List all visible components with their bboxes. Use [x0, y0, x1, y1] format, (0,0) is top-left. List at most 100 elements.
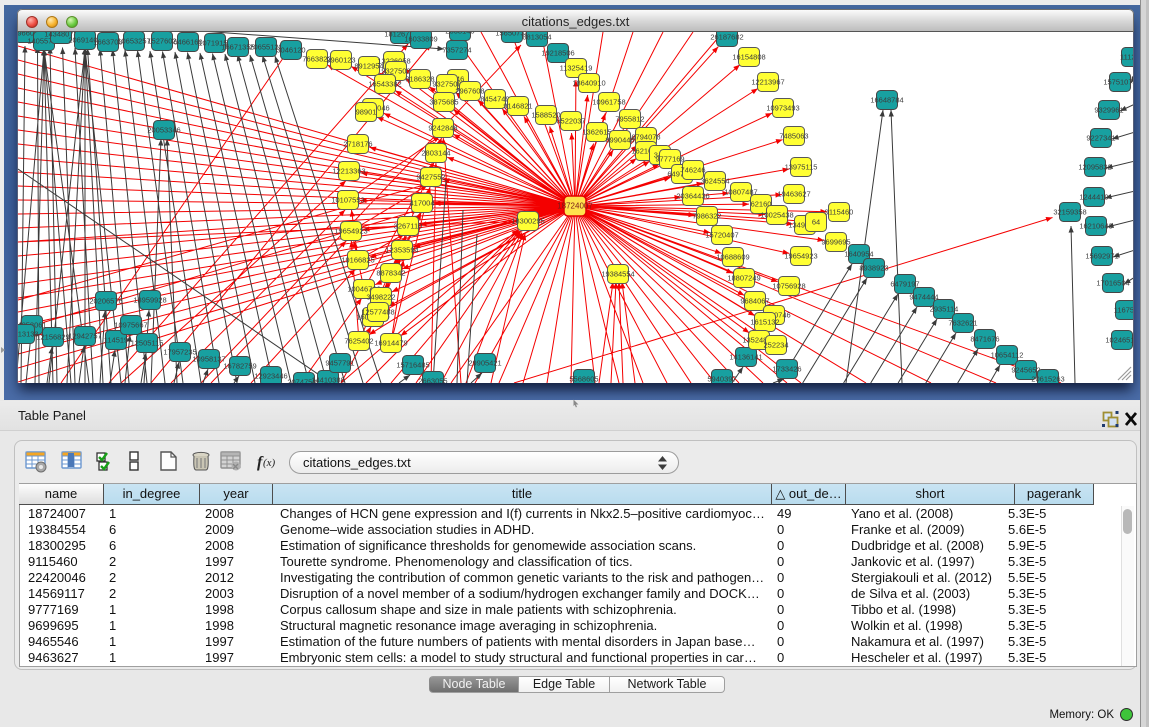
svg-text:7357274: 7357274: [442, 46, 471, 55]
svg-text:10756928: 10756928: [772, 282, 805, 291]
svg-text:12095832: 12095832: [1078, 163, 1111, 172]
svg-text:9427552: 9427552: [416, 173, 445, 182]
svg-text:2358145: 2358145: [445, 32, 474, 36]
svg-text:18807249: 18807249: [727, 274, 760, 283]
svg-text:9699695: 9699695: [821, 238, 850, 247]
svg-text:16210643: 16210643: [1079, 222, 1112, 231]
svg-text:1733426: 1733426: [772, 365, 801, 374]
svg-text:6794078: 6794078: [631, 133, 660, 142]
svg-text:11325419: 11325419: [560, 64, 593, 73]
svg-text:8186328: 8186328: [405, 75, 434, 84]
svg-text:7485063: 7485063: [779, 132, 808, 141]
svg-text:9242848: 9242848: [428, 124, 457, 133]
svg-text:746246: 746246: [680, 166, 705, 175]
svg-text:19384554: 19384554: [601, 270, 634, 279]
svg-text:8878342: 8878342: [376, 269, 405, 278]
svg-text:116753: 116753: [1114, 306, 1134, 315]
svg-text:18300295: 18300295: [511, 217, 544, 226]
svg-text:1640954: 1640954: [844, 250, 873, 259]
svg-text:14136141: 14136141: [729, 353, 762, 362]
svg-text:3875685: 3875685: [429, 98, 458, 107]
svg-text:9227341: 9227341: [1086, 134, 1115, 143]
svg-text:9329961: 9329961: [1094, 106, 1123, 115]
svg-text:16648784: 16648784: [870, 96, 903, 105]
svg-text:29905421: 29905421: [468, 359, 501, 368]
svg-text:2663055: 2663055: [418, 377, 447, 384]
svg-text:12156829: 12156829: [36, 333, 69, 342]
svg-text:3046120: 3046120: [276, 46, 305, 55]
svg-text:9684067: 9684067: [740, 297, 769, 306]
svg-text:2935114: 2935114: [930, 305, 959, 314]
svg-text:417004: 417004: [409, 199, 434, 208]
svg-text:16543382: 16543382: [368, 80, 401, 89]
svg-text:19654923: 19654923: [784, 252, 817, 261]
svg-text:12353594: 12353594: [385, 246, 418, 255]
svg-text:12505115: 12505115: [131, 339, 164, 348]
svg-text:3624554: 3624554: [700, 177, 729, 186]
svg-text:32159358: 32159358: [1053, 208, 1086, 217]
svg-text:20053346: 20053346: [147, 126, 180, 135]
svg-text:8990448: 8990448: [605, 136, 634, 145]
svg-text:19463627: 19463627: [777, 190, 810, 199]
svg-text:19654923: 19654923: [334, 227, 367, 236]
svg-text:16914479: 16914479: [374, 339, 407, 348]
svg-text:9960123: 9960123: [326, 56, 355, 65]
svg-text:20206576: 20206576: [89, 297, 122, 306]
svg-text:10688609: 10688609: [716, 253, 749, 262]
svg-text:7955812: 7955812: [615, 115, 644, 124]
svg-text:12213363: 12213363: [332, 167, 365, 176]
svg-text:20615263: 20615263: [1031, 375, 1064, 384]
svg-text:13959928: 13959928: [133, 296, 166, 305]
svg-text:12577488: 12577488: [361, 308, 394, 317]
svg-text:98901: 98901: [356, 108, 377, 117]
svg-text:252234: 252234: [763, 341, 788, 350]
svg-text:17016504: 17016504: [1096, 279, 1129, 288]
svg-text:7625402: 7625402: [344, 337, 373, 346]
svg-text:1527602: 1527602: [147, 37, 176, 46]
svg-text:2803144: 2803144: [421, 149, 450, 158]
svg-text:9777169: 9777169: [655, 155, 684, 164]
svg-text:12923446: 12923446: [254, 372, 287, 381]
svg-text:15720407: 15720407: [705, 231, 738, 240]
svg-text:16782759: 16782759: [223, 362, 256, 371]
svg-text:3267110: 3267110: [394, 222, 423, 231]
svg-text:16154808: 16154808: [732, 53, 765, 62]
svg-text:1244419: 1244419: [1079, 193, 1108, 202]
svg-text:7986322: 7986322: [692, 212, 721, 221]
svg-text:26187682: 26187682: [710, 33, 743, 42]
svg-text:10246514: 10246514: [1105, 336, 1134, 345]
svg-text:9457791: 9457791: [325, 359, 354, 368]
svg-text:6479197: 6479197: [890, 280, 919, 289]
svg-text:5568605: 5568605: [569, 375, 598, 384]
svg-text:10961758: 10961758: [592, 98, 625, 107]
svg-text:10653257: 10653257: [117, 37, 150, 46]
svg-text:10975667: 10975667: [114, 321, 147, 330]
svg-text:14410388: 14410388: [311, 376, 344, 384]
svg-text:9474444: 9474444: [909, 293, 938, 302]
svg-text:12213967: 12213967: [751, 78, 784, 87]
svg-text:9245652: 9245652: [1011, 366, 1040, 375]
svg-text:2718176: 2718176: [343, 140, 372, 149]
svg-text:1615132: 1615132: [750, 318, 779, 327]
svg-text:19218506: 19218506: [541, 49, 574, 58]
svg-text:114519: 114519: [104, 336, 128, 345]
svg-text:(x): (x): [263, 457, 276, 469]
svg-text:13975115: 13975115: [785, 163, 818, 172]
svg-text:9146821: 9146821: [503, 102, 532, 111]
svg-text:9115460: 9115460: [825, 208, 854, 217]
svg-text:64: 64: [812, 218, 820, 227]
svg-text:16033809: 16033809: [404, 35, 437, 44]
svg-text:5940397: 5940397: [707, 375, 736, 384]
svg-text:10025438: 10025438: [760, 211, 793, 220]
svg-text:7632621: 7632621: [948, 319, 977, 328]
svg-text:18724007: 18724007: [557, 202, 593, 211]
svg-text:18640910: 18640910: [572, 79, 605, 88]
svg-text:6522037: 6522037: [556, 117, 585, 126]
svg-text:10973493: 10973493: [766, 104, 799, 113]
svg-text:111298: 111298: [1120, 53, 1134, 62]
svg-text:10958137: 10958137: [192, 355, 225, 364]
svg-text:12942757: 12942757: [68, 332, 101, 341]
svg-text:15751074: 15751074: [1103, 78, 1134, 87]
svg-text:8813054: 8813054: [522, 33, 551, 42]
svg-text:19166825: 19166825: [341, 256, 374, 265]
